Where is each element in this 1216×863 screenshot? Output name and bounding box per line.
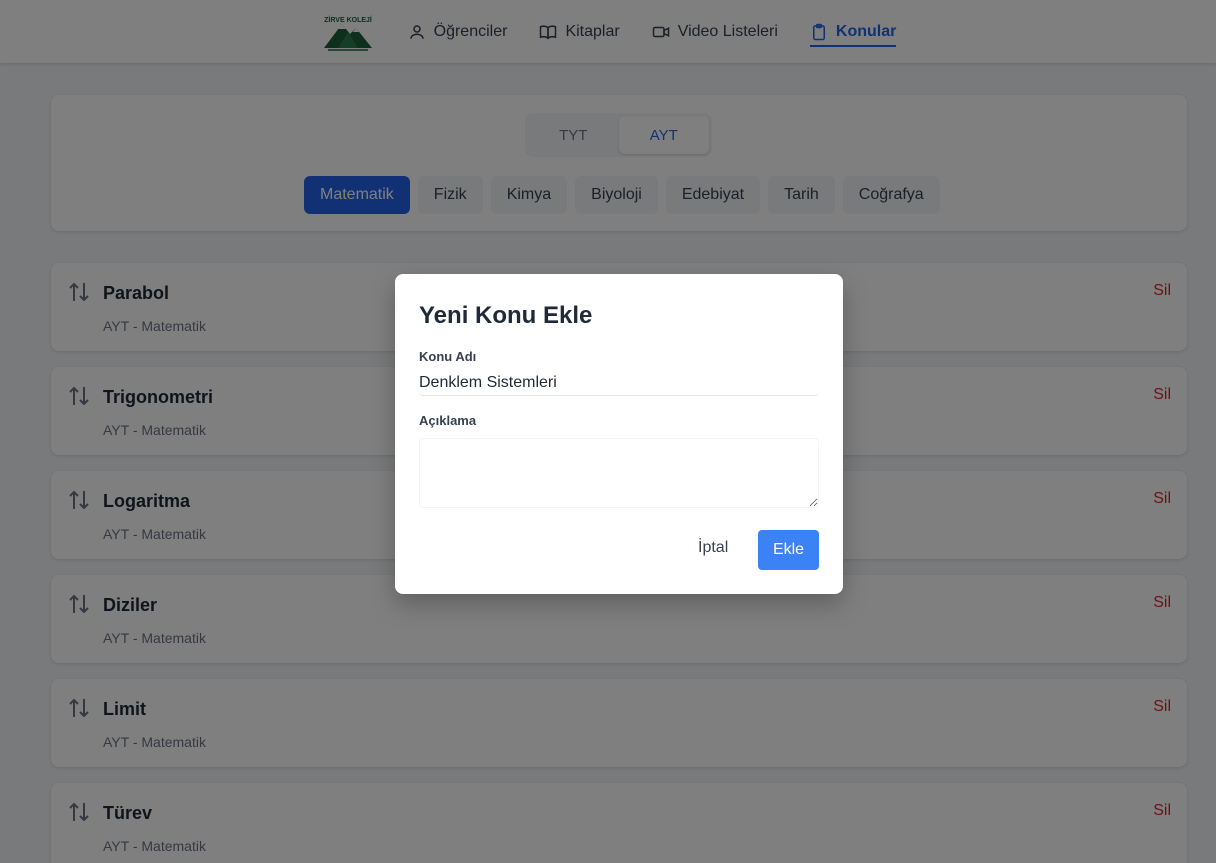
add-button[interactable]: Ekle: [758, 530, 819, 570]
dialog-title: Yeni Konu Ekle: [419, 302, 593, 329]
topic-name-input[interactable]: [419, 370, 819, 396]
description-textarea[interactable]: [419, 438, 819, 508]
topic-name-label: Konu Adı: [419, 349, 477, 364]
cancel-button[interactable]: İptal: [698, 539, 728, 557]
description-label: Açıklama: [419, 413, 477, 428]
add-topic-dialog: Yeni Konu Ekle Konu Adı Açıklama İptal E…: [395, 274, 843, 594]
